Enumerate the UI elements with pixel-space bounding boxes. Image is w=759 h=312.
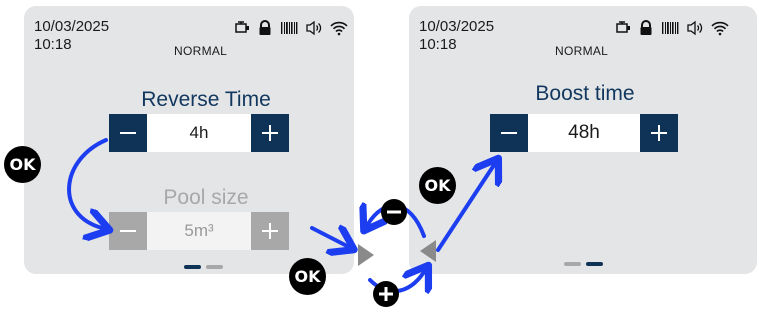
- arrow-icon: [310, 228, 347, 246]
- plus-circle-icon: [373, 281, 399, 307]
- nav-right-triangle: [358, 244, 374, 266]
- ok-button-icon: OK: [419, 167, 456, 204]
- minus-circle-icon: [381, 199, 407, 225]
- flow-arrows: [67, 138, 759, 307]
- nav-left-triangle: [420, 240, 436, 262]
- ok-button-icon: OK: [4, 146, 41, 183]
- ok-button-icon: OK: [289, 258, 326, 295]
- arrow-icon: [67, 138, 106, 228]
